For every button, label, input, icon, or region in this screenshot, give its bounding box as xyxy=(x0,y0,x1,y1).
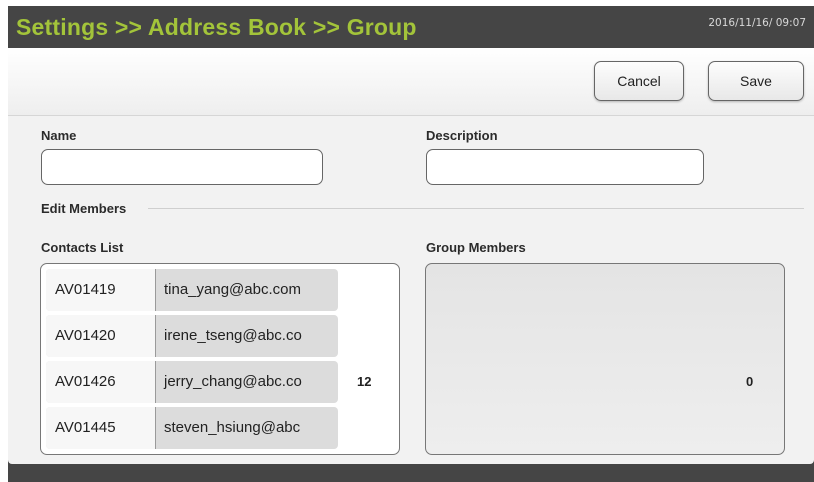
edit-members-label: Edit Members xyxy=(41,201,127,216)
contact-row[interactable]: AV01426 jerry_chang@abc.co xyxy=(46,361,338,403)
group-members-label: Group Members xyxy=(426,240,526,255)
contact-id: AV01445 xyxy=(46,407,156,449)
contact-row[interactable]: AV01420 irene_tseng@abc.co xyxy=(46,315,338,357)
save-button[interactable]: Save xyxy=(708,61,804,101)
contact-id: AV01420 xyxy=(46,315,156,357)
title-bar: Settings >> Address Book >> Group 2016/1… xyxy=(8,6,814,48)
settings-panel: Cancel Save Name Description Edit Member… xyxy=(8,48,814,464)
description-label: Description xyxy=(426,128,498,143)
datetime-display: 2016/11/16/ 09:07 xyxy=(708,17,806,29)
contacts-count: 12 xyxy=(357,374,372,389)
page-title: Settings >> Address Book >> Group xyxy=(16,14,417,40)
toolbar: Cancel Save xyxy=(8,48,814,116)
section-divider xyxy=(148,208,804,209)
name-label: Name xyxy=(41,128,77,143)
app-frame: Settings >> Address Book >> Group 2016/1… xyxy=(8,6,814,482)
contacts-list[interactable]: AV01419 tina_yang@abc.com AV01420 irene_… xyxy=(40,263,400,455)
group-members-list[interactable]: 0 xyxy=(425,263,785,455)
bottom-strip xyxy=(8,464,814,482)
contacts-list-label: Contacts List xyxy=(41,240,124,255)
contact-id: AV01426 xyxy=(46,361,156,403)
contact-email: tina_yang@abc.com xyxy=(164,281,301,298)
cancel-button[interactable]: Cancel xyxy=(594,61,684,101)
contact-row[interactable]: AV01445 steven_hsiung@abc xyxy=(46,407,338,449)
contact-row[interactable]: AV01419 tina_yang@abc.com xyxy=(46,269,338,311)
contact-id: AV01419 xyxy=(46,269,156,311)
contact-email: irene_tseng@abc.co xyxy=(164,327,302,344)
name-input[interactable] xyxy=(41,149,323,185)
contact-email: steven_hsiung@abc xyxy=(164,419,301,436)
description-input[interactable] xyxy=(426,149,704,185)
contact-email: jerry_chang@abc.co xyxy=(164,373,302,390)
members-count: 0 xyxy=(746,374,754,389)
